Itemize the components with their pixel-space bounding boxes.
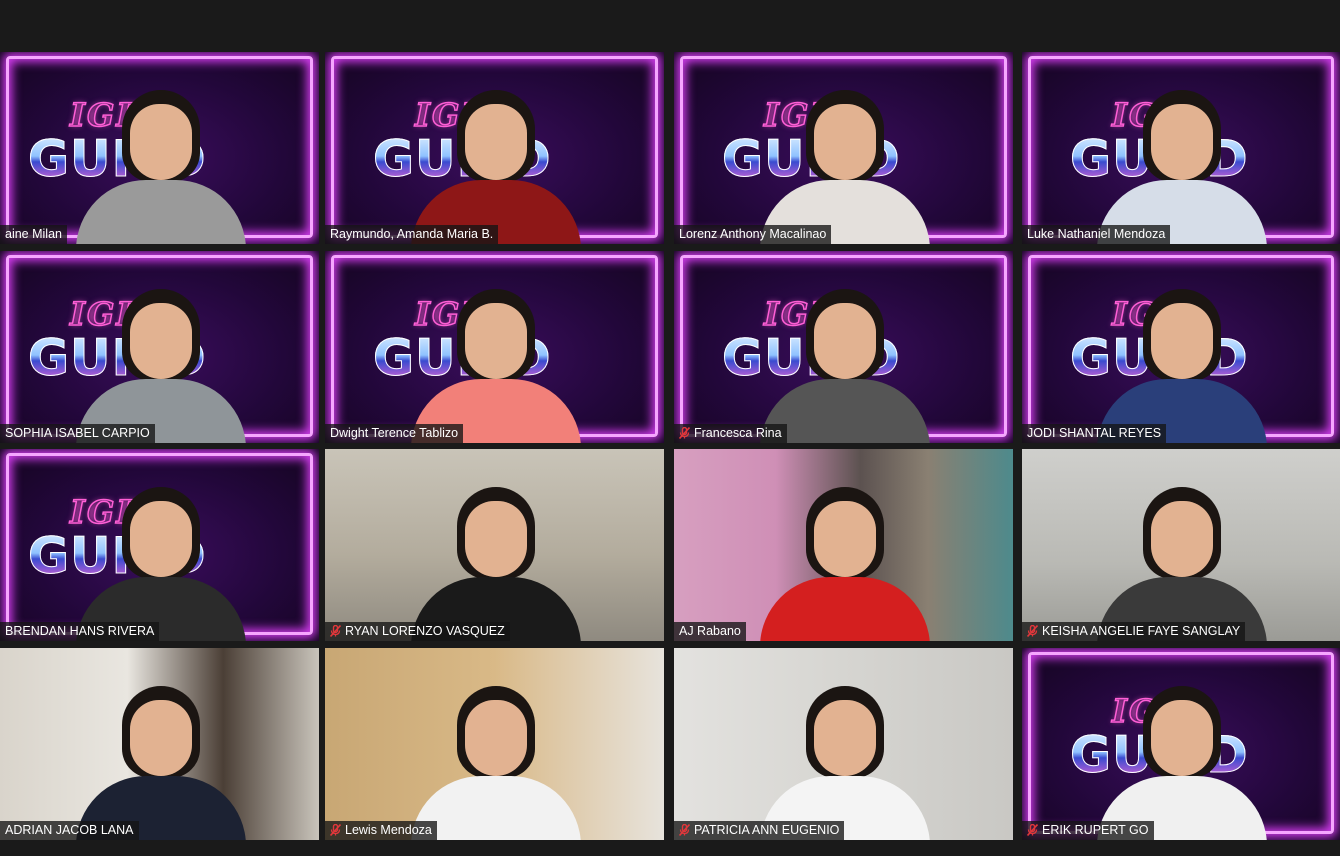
participant-name: KEISHA ANGELIE FAYE SANGLAY bbox=[1042, 624, 1241, 638]
participant-video bbox=[60, 680, 260, 840]
participant-name: JODI SHANTAL REYES bbox=[1027, 426, 1162, 440]
mic-muted-icon bbox=[330, 824, 341, 836]
participant-name-tag: ERIK RUPERT GO bbox=[1022, 821, 1154, 840]
video-tile[interactable]: IGDAGUILDDwight Terence Tablizo bbox=[325, 251, 664, 443]
participant-video bbox=[744, 481, 944, 641]
participant-video bbox=[395, 481, 595, 641]
participant-name-tag: RYAN LORENZO VASQUEZ bbox=[325, 622, 510, 641]
participant-video bbox=[1081, 680, 1281, 840]
participant-video bbox=[395, 84, 595, 244]
participant-name-tag: PATRICIA ANN EUGENIO bbox=[674, 821, 845, 840]
participant-name: AJ Rabano bbox=[679, 624, 741, 638]
participant-face bbox=[464, 303, 527, 379]
participant-video bbox=[1081, 283, 1281, 443]
participant-face bbox=[129, 501, 192, 577]
video-tile[interactable]: ADRIAN JACOB LANA bbox=[0, 648, 319, 840]
participant-face bbox=[1151, 303, 1213, 379]
participant-face bbox=[129, 303, 192, 379]
participant-name-tag: AJ Rabano bbox=[674, 622, 746, 641]
participant-name-tag: Francesca Rina bbox=[674, 424, 787, 443]
participant-name-tag: Luke Nathaniel Mendoza bbox=[1022, 225, 1171, 244]
participant-face bbox=[1151, 104, 1213, 180]
video-tile[interactable]: IGDA GUILD SOPHIA ISABEL CARPIO bbox=[0, 251, 319, 443]
participant-name: BRENDAN HANS RIVERA bbox=[5, 624, 155, 638]
mic-muted-icon bbox=[1027, 824, 1038, 836]
participant-name-tag: aine Milan bbox=[0, 225, 67, 244]
participant-body bbox=[75, 180, 246, 244]
video-tile[interactable]: KEISHA ANGELIE FAYE SANGLAY bbox=[1022, 449, 1340, 641]
participant-name-tag: SOPHIA ISABEL CARPIO bbox=[0, 424, 155, 443]
participant-name-tag: KEISHA ANGELIE FAYE SANGLAY bbox=[1022, 622, 1246, 641]
participant-face bbox=[813, 104, 876, 180]
participant-name: Dwight Terence Tablizo bbox=[330, 426, 459, 440]
participant-video bbox=[1081, 481, 1281, 641]
video-tile[interactable]: IGDAGUILDFrancesca Rina bbox=[674, 251, 1013, 443]
video-tile[interactable]: PATRICIA ANN EUGENIO bbox=[674, 648, 1013, 840]
participant-face bbox=[813, 303, 876, 379]
participant-name-tag: Raymundo, Amanda Maria B. bbox=[325, 225, 499, 244]
participant-face bbox=[129, 700, 192, 776]
participant-name-tag: BRENDAN HANS RIVERA bbox=[0, 622, 160, 641]
video-tile[interactable]: IGDAGUILDLuke Nathaniel Mendoza bbox=[1022, 52, 1340, 244]
participant-face bbox=[129, 104, 192, 180]
participant-video bbox=[60, 481, 260, 641]
participant-video bbox=[1081, 84, 1281, 244]
video-tile[interactable]: IGDA GUILD aine Milan bbox=[0, 52, 319, 244]
mic-muted-icon bbox=[330, 625, 341, 637]
participant-name: Lorenz Anthony Macalinao bbox=[679, 227, 827, 241]
participant-name: PATRICIA ANN EUGENIO bbox=[694, 823, 840, 837]
video-tile[interactable]: IGDAGUILDERIK RUPERT GO bbox=[1022, 648, 1340, 840]
participant-face bbox=[464, 104, 527, 180]
participant-video bbox=[395, 283, 595, 443]
participant-video bbox=[60, 84, 260, 244]
participant-name: ADRIAN JACOB LANA bbox=[5, 823, 134, 837]
participant-face bbox=[464, 501, 527, 577]
participant-video bbox=[744, 84, 944, 244]
participant-name: ERIK RUPERT GO bbox=[1042, 823, 1149, 837]
participant-name: SOPHIA ISABEL CARPIO bbox=[5, 426, 150, 440]
mic-muted-icon bbox=[679, 427, 690, 439]
participant-name: Francesca Rina bbox=[694, 426, 782, 440]
mic-muted-icon bbox=[1027, 625, 1038, 637]
participant-name-tag: ADRIAN JACOB LANA bbox=[0, 821, 139, 840]
participant-face bbox=[813, 501, 876, 577]
participant-name: Lewis Mendoza bbox=[345, 823, 432, 837]
participant-face bbox=[1151, 700, 1213, 776]
video-tile[interactable]: RYAN LORENZO VASQUEZ bbox=[325, 449, 664, 641]
participant-name: RYAN LORENZO VASQUEZ bbox=[345, 624, 505, 638]
video-tile[interactable]: Lewis Mendoza bbox=[325, 648, 664, 840]
video-tile[interactable]: IGDAGUILDJODI SHANTAL REYES bbox=[1022, 251, 1340, 443]
participant-name-tag: Dwight Terence Tablizo bbox=[325, 424, 464, 443]
participant-name: Luke Nathaniel Mendoza bbox=[1027, 227, 1166, 241]
participant-video bbox=[744, 283, 944, 443]
participant-name-tag: Lewis Mendoza bbox=[325, 821, 437, 840]
participant-video bbox=[60, 283, 260, 443]
gallery-grid: IGDAGUILDaine MilanIGDAGUILDRaymundo, Am… bbox=[0, 52, 1340, 844]
participant-face bbox=[464, 700, 527, 776]
participant-name-tag: JODI SHANTAL REYES bbox=[1022, 424, 1167, 443]
participant-name-tag: Lorenz Anthony Macalinao bbox=[674, 225, 832, 244]
participant-body bbox=[759, 577, 930, 641]
video-tile[interactable]: AJ Rabano bbox=[674, 449, 1013, 641]
participant-name: aine Milan bbox=[5, 227, 62, 241]
video-tile[interactable]: IGDA GUILD BRENDAN HANS RIVERA bbox=[0, 449, 319, 641]
participant-video bbox=[395, 680, 595, 840]
video-tile[interactable]: IGDAGUILDLorenz Anthony Macalinao bbox=[674, 52, 1013, 244]
participant-face bbox=[813, 700, 876, 776]
participant-name: Raymundo, Amanda Maria B. bbox=[330, 227, 494, 241]
participant-video bbox=[744, 680, 944, 840]
mic-muted-icon bbox=[679, 824, 690, 836]
video-tile[interactable]: IGDAGUILDRaymundo, Amanda Maria B. bbox=[325, 52, 664, 244]
participant-face bbox=[1151, 501, 1213, 577]
